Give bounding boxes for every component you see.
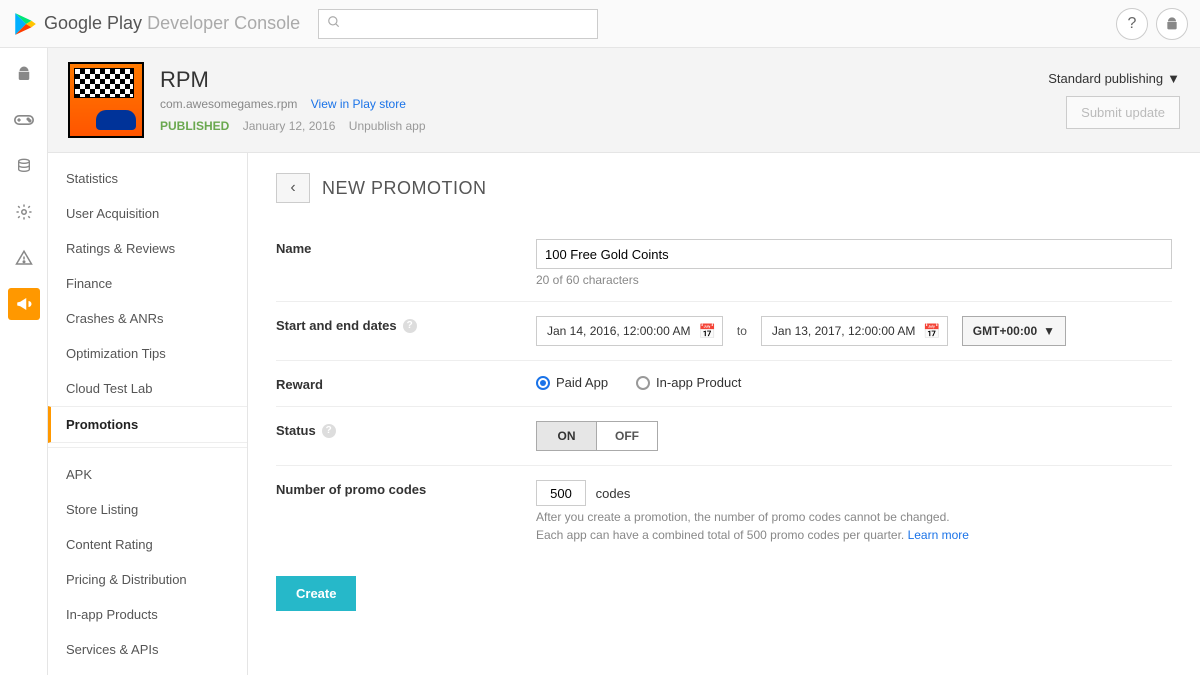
sidebar-item-promotions[interactable]: Promotions [48,406,247,443]
submit-update-button[interactable]: Submit update [1066,96,1180,129]
rail-gamepad-icon[interactable] [8,104,40,136]
app-publish-date: January 12, 2016 [243,119,336,133]
rail-gear-icon[interactable] [8,196,40,228]
search-input[interactable] [318,9,598,39]
label-status: Status [276,423,316,438]
brand-part1: Google Play [44,13,142,33]
android-account-icon[interactable] [1156,8,1188,40]
create-button[interactable]: Create [276,576,356,611]
sidebar-item-pricing-distribution[interactable]: Pricing & Distribution [48,562,247,597]
reward-iap-label: In-app Product [656,375,741,390]
timezone-value: GMT+00:00 [973,324,1037,338]
start-date-value: Jan 14, 2016, 12:00:00 AM [547,324,690,338]
name-char-counter: 20 of 60 characters [536,273,1172,287]
learn-more-link[interactable]: Learn more [908,528,969,542]
rail-alert-icon[interactable] [8,242,40,274]
sidebar-item-apk[interactable]: APK [48,457,247,492]
unpublish-link[interactable]: Unpublish app [349,119,426,133]
sidebar-item-crashes-anrs[interactable]: Crashes & ANRs [48,301,247,336]
reward-paid-label: Paid App [556,375,608,390]
sidebar-item-content-rating[interactable]: Content Rating [48,527,247,562]
rail-promotion-icon[interactable] [8,288,40,320]
codes-suffix: codes [596,486,631,501]
label-codes: Number of promo codes [276,480,536,497]
to-label: to [737,324,747,338]
help-icon[interactable]: ? [1116,8,1148,40]
codes-hint1: After you create a promotion, the number… [536,510,1172,524]
status-toggle: ON OFF [536,421,658,451]
label-name: Name [276,239,536,256]
section-sidebar: Statistics User Acquisition Ratings & Re… [48,153,248,675]
label-reward: Reward [276,375,536,392]
brand-text: Google Play Developer Console [44,13,300,34]
rail-android-icon[interactable] [8,58,40,90]
app-package: com.awesomegames.rpm [160,97,297,111]
rail-database-icon[interactable] [8,150,40,182]
sidebar-item-store-listing[interactable]: Store Listing [48,492,247,527]
back-button[interactable]: ‹ [276,173,310,203]
sidebar-item-ratings-reviews[interactable]: Ratings & Reviews [48,231,247,266]
status-on-button[interactable]: ON [537,422,597,450]
play-store-icon [12,11,38,37]
help-icon[interactable]: ? [403,319,417,333]
sidebar-item-optimization-tips[interactable]: Optimization Tips [48,336,247,371]
chevron-down-icon: ▼ [1043,324,1055,338]
calendar-icon: 📅 [923,323,940,340]
app-title: RPM [160,67,426,93]
publishing-mode-label: Standard publishing [1048,71,1163,86]
view-in-store-link[interactable]: View in Play store [311,97,406,111]
radio-checked-icon [536,376,550,390]
reward-iap-radio[interactable]: In-app Product [636,375,741,390]
app-icon [68,62,144,138]
status-off-button[interactable]: OFF [597,422,657,450]
app-status: PUBLISHED [160,119,229,133]
help-icon[interactable]: ? [322,424,336,438]
sidebar-item-finance[interactable]: Finance [48,266,247,301]
end-date-input[interactable]: Jan 13, 2017, 12:00:00 AM 📅 [761,316,948,346]
top-bar: Google Play Developer Console ? [0,0,1200,48]
end-date-value: Jan 13, 2017, 12:00:00 AM [772,324,915,338]
promo-codes-input[interactable] [536,480,586,506]
brand-part2: Developer Console [147,13,300,33]
promotion-name-input[interactable] [536,239,1172,269]
play-logo [12,11,38,37]
main-content: ‹ NEW PROMOTION Name 20 of 60 characters… [248,153,1200,675]
page-title: NEW PROMOTION [322,178,487,199]
reward-paid-app-radio[interactable]: Paid App [536,375,608,390]
app-header: RPM com.awesomegames.rpm View in Play st… [48,48,1200,153]
codes-hint2: Each app can have a combined total of 50… [536,528,908,542]
sidebar-item-statistics[interactable]: Statistics [48,161,247,196]
left-rail [0,48,48,675]
chevron-left-icon: ‹ [290,179,295,197]
sidebar-item-services-apis[interactable]: Services & APIs [48,632,247,667]
sidebar-item-user-acquisition[interactable]: User Acquisition [48,196,247,231]
sidebar-item-cloud-test-lab[interactable]: Cloud Test Lab [48,371,247,406]
chevron-down-icon: ▼ [1167,71,1180,86]
radio-unchecked-icon [636,376,650,390]
publishing-mode-dropdown[interactable]: Standard publishing ▼ [1048,71,1180,86]
sidebar-item-in-app-products[interactable]: In-app Products [48,597,247,632]
label-dates: Start and end dates [276,318,397,333]
timezone-dropdown[interactable]: GMT+00:00 ▼ [962,316,1066,346]
calendar-icon: 📅 [698,323,715,340]
search-icon [327,15,341,32]
start-date-input[interactable]: Jan 14, 2016, 12:00:00 AM 📅 [536,316,723,346]
